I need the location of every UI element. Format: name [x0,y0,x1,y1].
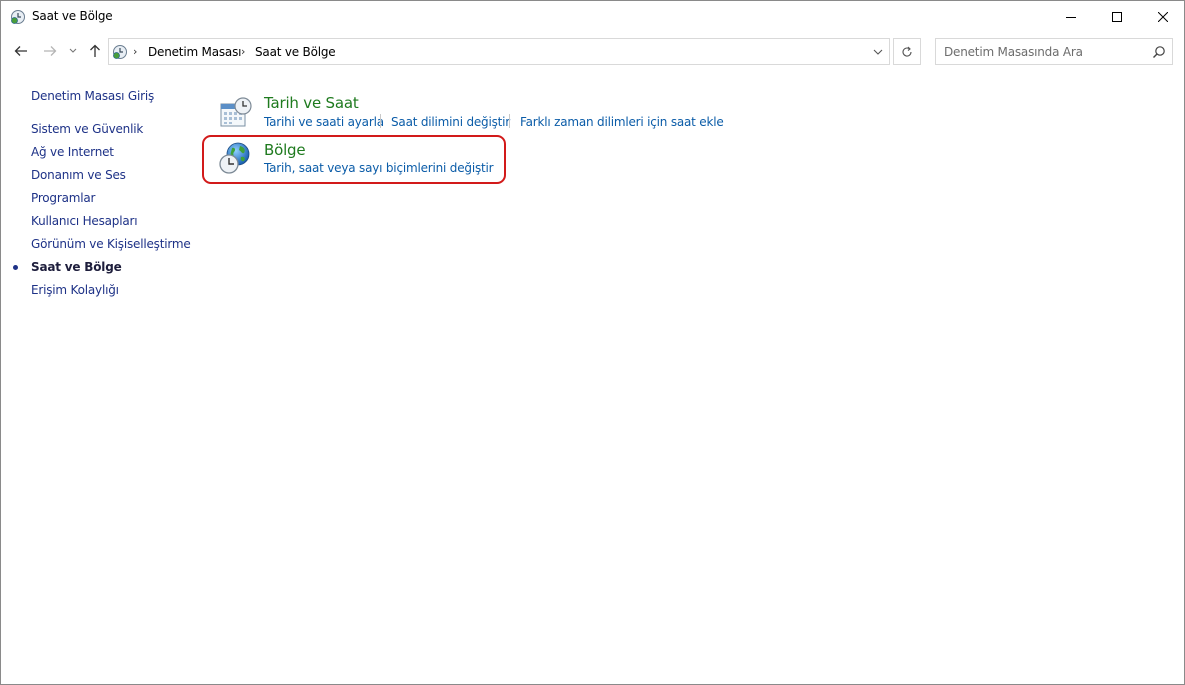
refresh-button[interactable] [893,38,921,65]
maximize-button[interactable] [1094,1,1140,32]
sidebar-item-hardware-sound[interactable]: Donanım ve Ses [31,168,126,182]
link-set-date-time[interactable]: Tarihi ve saati ayarla [264,115,384,129]
close-button[interactable] [1140,1,1185,32]
refresh-icon [902,46,912,57]
chevron-down-icon [69,48,77,53]
up-button[interactable] [86,42,104,60]
control-panel-icon [112,44,128,60]
search-placeholder: Denetim Masasında Ara [944,45,1083,59]
address-history-button[interactable] [866,39,890,64]
category-title-date-time[interactable]: Tarih ve Saat [264,94,359,112]
control-panel-window: Saat ve Bölge › Denetim Masası › Saat ve… [0,0,1185,685]
breadcrumb-control-panel[interactable]: Denetim Masası [148,45,241,59]
clock-region-app-icon [10,9,26,25]
arrow-left-icon [14,46,27,56]
title-bar: Saat ve Bölge [1,1,1184,32]
recent-locations-button[interactable] [66,42,80,60]
link-divider [380,114,381,128]
sidebar-item-user-accounts[interactable]: Kullanıcı Hesapları [31,214,138,228]
chevron-down-icon [873,49,883,55]
window-title: Saat ve Bölge [32,9,113,23]
arrow-right-icon [44,46,57,56]
calendar-clock-icon[interactable] [219,95,253,129]
navigation-bar: › Denetim Masası › Saat ve Bölge Denetim… [1,32,1184,72]
breadcrumb-separator-icon[interactable]: › [133,45,137,58]
sidebar-item-programs[interactable]: Programlar [31,191,95,205]
link-add-clocks[interactable]: Farklı zaman dilimleri için saat ekle [520,115,724,129]
sidebar-item-control-panel-home[interactable]: Denetim Masası Giriş [31,89,154,103]
breadcrumb-separator-icon[interactable]: › [241,45,245,58]
breadcrumb-clock-region[interactable]: Saat ve Bölge [255,45,336,59]
search-input[interactable]: Denetim Masasında Ara [935,38,1173,65]
sidebar-item-ease-of-access[interactable]: Erişim Kolaylığı [31,283,119,297]
sidebar-item-system-security[interactable]: Sistem ve Güvenlik [31,122,143,136]
address-bar[interactable]: › Denetim Masası › Saat ve Bölge [108,38,890,65]
link-change-time-zone[interactable]: Saat dilimini değiştir [391,115,510,129]
sidebar-item-clock-region[interactable]: Saat ve Bölge [31,260,122,274]
minimize-button[interactable] [1048,1,1094,32]
arrow-up-icon [90,44,100,57]
highlight-annotation-box [202,135,506,184]
sidebar-item-appearance[interactable]: Görünüm ve Kişiselleştirme [31,237,191,251]
back-button[interactable] [12,42,30,60]
current-item-bullet-icon [13,265,18,270]
sidebar-item-network-internet[interactable]: Ağ ve Internet [31,145,114,159]
search-icon[interactable] [1152,45,1166,59]
forward-button[interactable] [41,42,59,60]
link-divider [509,114,510,128]
